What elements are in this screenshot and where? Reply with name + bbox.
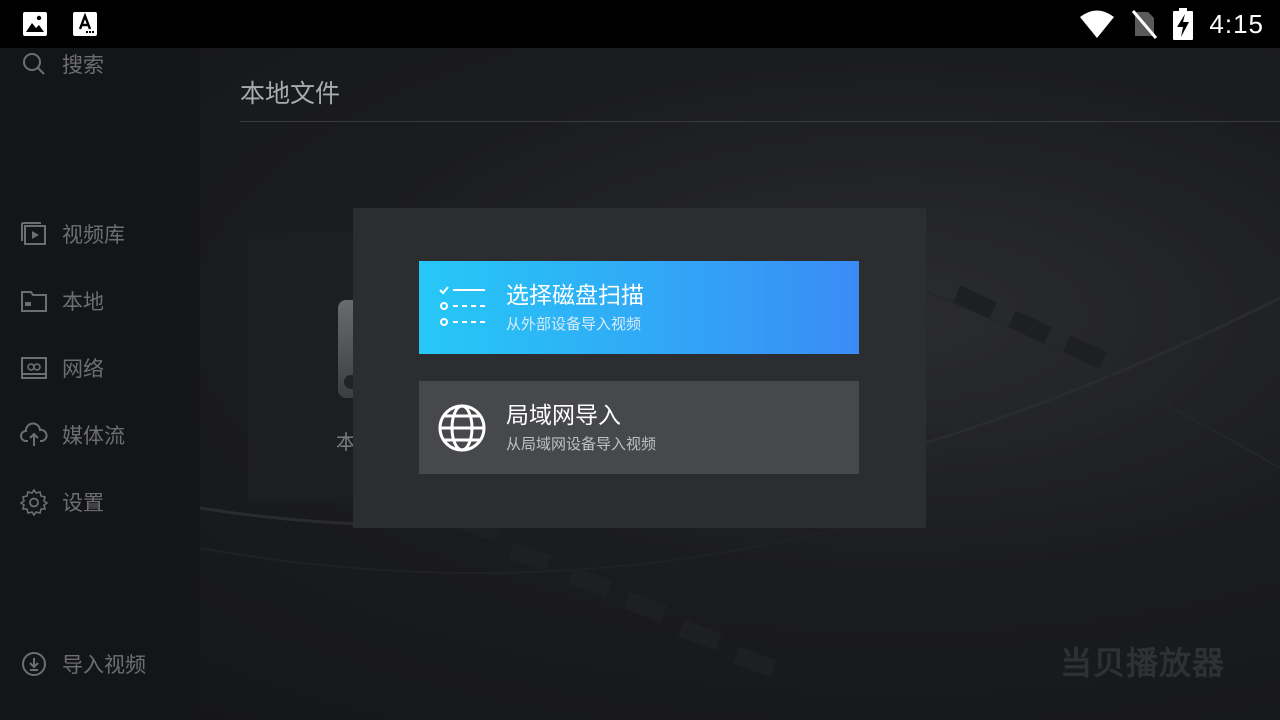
import-video-label: 导入视频 bbox=[62, 653, 146, 677]
sidebar: 搜索 视频库 本地 网络 媒体流 设置 导入视频 bbox=[0, 48, 200, 720]
download-circle-icon bbox=[22, 652, 46, 676]
clock: 4:15 bbox=[1209, 8, 1264, 39]
sidebar-item-media-stream[interactable]: 媒体流 bbox=[20, 419, 125, 451]
search-icon bbox=[23, 53, 45, 75]
gallery-icon bbox=[23, 12, 47, 36]
sidebar-item-label: 视频库 bbox=[62, 223, 125, 247]
sidebar-item-search[interactable]: 搜索 bbox=[20, 48, 104, 80]
option-subtitle: 从外部设备导入视频 bbox=[506, 315, 642, 333]
page-title: 本地文件 bbox=[240, 79, 341, 108]
header-divider bbox=[240, 121, 1280, 122]
gear-icon bbox=[20, 488, 48, 516]
app-screen: 4:15 搜索 视频库 本地 网络 媒体流 设置 导入视频 本地文件 本 当贝播… bbox=[0, 0, 1280, 720]
sidebar-item-label: 搜索 bbox=[62, 53, 104, 77]
option-title: 选择磁盘扫描 bbox=[506, 283, 644, 309]
globe-icon bbox=[438, 404, 486, 452]
import-video-button[interactable]: 导入视频 bbox=[20, 648, 146, 680]
status-bar: 4:15 bbox=[0, 0, 1280, 48]
scan-disk-option[interactable]: 选择磁盘扫描 从外部设备导入视频 bbox=[419, 261, 859, 354]
font-icon bbox=[73, 12, 97, 36]
no-sim-icon bbox=[1132, 10, 1158, 39]
lan-import-option[interactable]: 局域网导入 从局域网设备导入视频 bbox=[419, 381, 859, 474]
sidebar-item-label: 媒体流 bbox=[62, 424, 125, 448]
folder-icon bbox=[21, 291, 47, 312]
video-library-icon bbox=[21, 222, 46, 245]
option-title: 局域网导入 bbox=[506, 403, 621, 429]
network-drive-icon bbox=[21, 357, 47, 379]
brand-watermark: 当贝播放器 bbox=[1059, 644, 1225, 682]
sidebar-item-settings[interactable]: 设置 bbox=[20, 486, 104, 518]
import-dialog: 选择磁盘扫描 从外部设备导入视频 局域网导入 从局域网设备导入视频 bbox=[353, 208, 926, 528]
battery-charging-icon bbox=[1173, 8, 1194, 40]
checklist-icon bbox=[439, 286, 485, 326]
sidebar-item-local[interactable]: 本地 bbox=[20, 285, 104, 317]
wifi-icon bbox=[1080, 10, 1115, 38]
sidebar-item-label: 设置 bbox=[62, 491, 104, 515]
sidebar-item-network[interactable]: 网络 bbox=[20, 352, 104, 384]
sidebar-item-label: 网络 bbox=[62, 357, 104, 381]
option-subtitle: 从局域网设备导入视频 bbox=[506, 435, 657, 453]
cloud-upload-icon bbox=[20, 422, 48, 446]
sidebar-item-label: 本地 bbox=[62, 290, 104, 314]
sidebar-item-video-library[interactable]: 视频库 bbox=[20, 218, 125, 250]
